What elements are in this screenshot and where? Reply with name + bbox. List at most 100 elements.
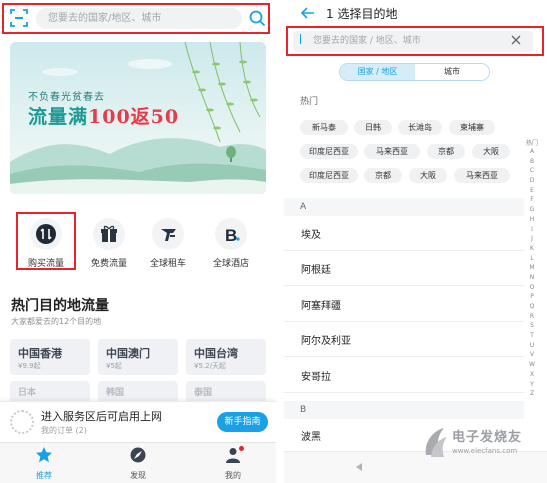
index-letter[interactable]: L [522, 254, 542, 264]
scan-icon[interactable] [10, 9, 28, 27]
notification-dot [239, 446, 244, 451]
index-letter[interactable]: F [522, 195, 542, 205]
free-data-label: 免费流量 [90, 259, 127, 269]
destination-name: 中国台湾 [194, 347, 238, 360]
hot-chip[interactable]: 长滩岛 [398, 120, 442, 135]
search-icon[interactable] [248, 9, 266, 27]
index-letter[interactable]: S [522, 321, 542, 331]
destination-card-korea[interactable]: 韩国 [98, 381, 178, 403]
panel-divider [276, 0, 284, 483]
segment-country-region[interactable]: 国家 / 地区 [340, 64, 415, 80]
watermark-logo-icon [425, 428, 447, 457]
index-letter[interactable]: K [522, 244, 542, 254]
global-car-rental-button[interactable]: 全球租车 [138, 214, 198, 274]
hot-chip[interactable]: 京都 [427, 144, 465, 159]
segment-city[interactable]: 城市 [415, 64, 489, 80]
banner-headline-highlight: 100返50 [88, 106, 180, 128]
hot-chip[interactable]: 印度尼西亚 [300, 168, 358, 183]
index-letter[interactable]: V [522, 350, 542, 360]
list-item[interactable]: 阿塞拜疆 [284, 293, 524, 322]
index-letter[interactable]: T [522, 331, 542, 341]
destination-card-hongkong[interactable]: 中国香港 ¥9.9起 [10, 339, 90, 375]
bottom-tab-bar: 推荐 发现 我的 [0, 442, 276, 483]
destination-card-japan[interactable]: 日本 [10, 381, 90, 403]
destination-name: 中国澳门 [106, 347, 150, 360]
nav-back-icon[interactable] [354, 462, 364, 472]
hot-chip[interactable]: 日韩 [354, 120, 392, 135]
hot-chip[interactable]: 印度尼西亚 [300, 144, 358, 159]
alphabet-index[interactable]: 热门 ABCDEFGHIJKLMNOPQRSTUVWXYZ [522, 138, 542, 399]
car-flag-icon [152, 218, 184, 250]
index-letter[interactable]: R [522, 312, 542, 322]
svg-text:B: B [225, 226, 237, 245]
buy-data-button[interactable]: 购买流量 [16, 212, 76, 270]
index-letter[interactable]: I [522, 225, 542, 235]
beginner-guide-button[interactable]: 新手指南 [217, 412, 268, 432]
close-icon[interactable] [511, 35, 521, 45]
buy-data-label: 购买流量 [27, 259, 64, 269]
index-letter[interactable]: U [522, 341, 542, 351]
back-arrow-icon[interactable] [300, 5, 316, 21]
banner-headline: 流量满100返50 [28, 102, 179, 129]
promo-banner[interactable]: 不负春光贫春去 流量满100返50 [10, 42, 266, 194]
index-letter[interactable]: A [522, 147, 542, 157]
index-letter[interactable]: O [522, 283, 542, 293]
destination-card-thailand[interactable]: 泰国 [186, 381, 266, 403]
index-letter[interactable]: H [522, 215, 542, 225]
service-notice-bar[interactable]: 进入服务区后可启用上网 我的订单 (2) 新手指南 [0, 401, 276, 441]
index-letter[interactable]: Y [522, 380, 542, 390]
index-letter[interactable]: J [522, 234, 542, 244]
tab-label: 我的 [225, 471, 241, 480]
hot-chip[interactable]: 京都 [364, 168, 402, 183]
index-letter[interactable]: N [522, 273, 542, 283]
index-letter[interactable]: X [522, 370, 542, 380]
watermark: 电子发烧友 www.elecfans.com [422, 423, 547, 463]
index-letter[interactable]: P [522, 292, 542, 302]
index-letter[interactable]: B [522, 157, 542, 167]
destination-card-taiwan[interactable]: 中国台湾 ¥5.2/天起 [186, 339, 266, 375]
hot-chip[interactable]: 马来西亚 [454, 168, 510, 183]
home-screen: 您要去的国家/地区、城市 不负春光贫春去 流量满100返50 购买流量 免费流量… [0, 0, 276, 483]
section-header-a: A [284, 198, 524, 216]
destination-name: 日本 [18, 388, 37, 398]
banner-slogan: 不负春光贫春去 [28, 92, 105, 103]
tab-recommend[interactable]: 推荐 [24, 446, 64, 481]
index-letter[interactable]: W [522, 360, 542, 370]
index-letter[interactable]: M [522, 263, 542, 273]
index-letter[interactable]: C [522, 166, 542, 176]
tab-label: 发现 [130, 471, 146, 480]
index-letter[interactable]: G [522, 205, 542, 215]
text-cursor [300, 34, 301, 44]
free-data-button[interactable]: 免费流量 [79, 214, 139, 274]
hotel-b-icon: B [215, 218, 247, 250]
hot-chip[interactable]: 柬埔寨 [449, 120, 495, 135]
hot-chip[interactable]: 马来西亚 [364, 144, 420, 159]
destination-name: 中国香港 [18, 347, 62, 360]
search-input[interactable]: 您要去的国家/地区、城市 [36, 8, 242, 29]
car-rental-label: 全球租车 [149, 259, 186, 269]
tab-discover[interactable]: 发现 [118, 446, 158, 481]
list-item[interactable]: 阿根廷 [284, 257, 524, 286]
list-item[interactable]: 埃及 [284, 222, 524, 251]
my-orders-link[interactable]: 我的订单 (2) [41, 425, 87, 436]
index-letter[interactable]: E [522, 186, 542, 196]
banner-headline-prefix: 流量满 [28, 106, 89, 128]
hot-chip[interactable]: 大阪 [409, 168, 447, 183]
destination-card-macau[interactable]: 中国澳门 ¥5起 [98, 339, 178, 375]
list-item[interactable]: 阿尔及利亚 [284, 328, 524, 357]
star-icon [36, 447, 52, 463]
index-hot[interactable]: 热门 [522, 138, 542, 147]
index-letter[interactable]: Z [522, 389, 542, 399]
section-subtitle: 大家都爱去的12个目的地 [11, 317, 102, 326]
hot-chip[interactable]: 大阪 [472, 144, 510, 159]
tab-mine[interactable]: 我的 [213, 446, 253, 481]
destination-search-input[interactable]: 您要去的国家 / 地区、城市 [293, 31, 533, 52]
hot-chip[interactable]: 新马泰 [300, 120, 348, 135]
destination-price: ¥9.9起 [18, 362, 41, 370]
index-letter[interactable]: Q [522, 302, 542, 312]
global-hotel-button[interactable]: B 全球酒店 [201, 214, 261, 274]
list-item[interactable]: 安哥拉 [284, 364, 524, 393]
index-letter[interactable]: D [522, 176, 542, 186]
index-letters: ABCDEFGHIJKLMNOPQRSTUVWXYZ [522, 147, 542, 399]
page-title: 1 选择目的地 [326, 7, 398, 21]
